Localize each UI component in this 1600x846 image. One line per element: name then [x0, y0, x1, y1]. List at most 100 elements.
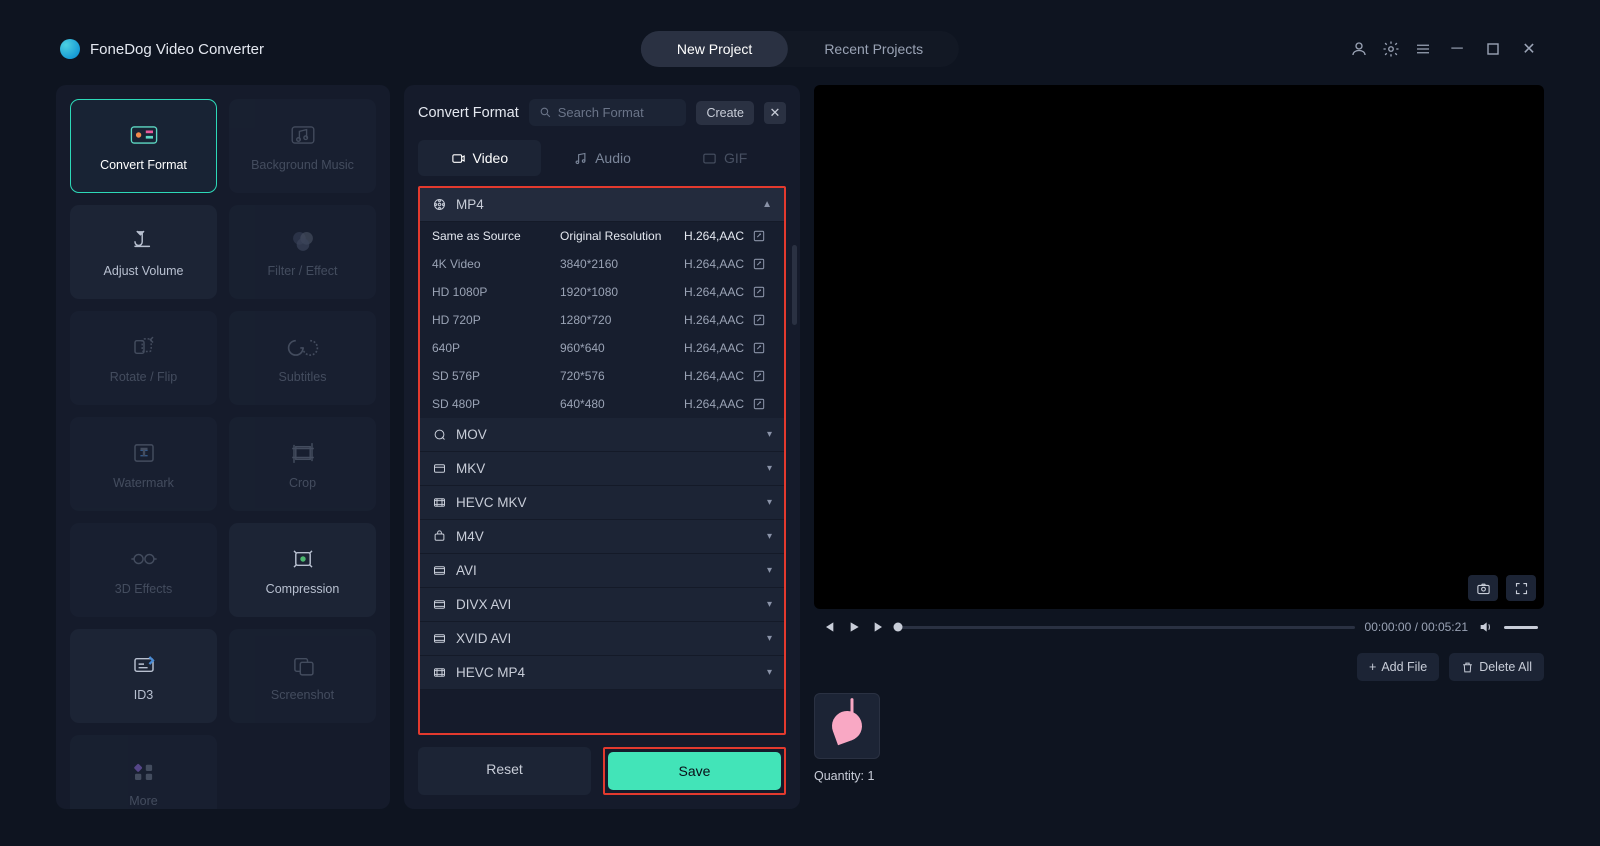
tool-crop[interactable]: Crop: [229, 417, 376, 511]
convert-icon: [126, 120, 162, 150]
preview-pane: 00:00:00 / 00:05:21 +Add File Delete All…: [814, 85, 1544, 809]
music-note-icon: [828, 707, 866, 745]
add-file-button[interactable]: +Add File: [1357, 653, 1439, 681]
account-icon[interactable]: [1350, 40, 1368, 58]
tool-id3[interactable]: ID3: [70, 629, 217, 723]
chevron-down-icon: ▾: [767, 633, 772, 644]
menu-icon[interactable]: [1414, 40, 1432, 58]
preset-row[interactable]: 4K Video3840*2160H.264,AAC: [420, 250, 784, 278]
tool-filter[interactable]: Filter / Effect: [229, 205, 376, 299]
format-category-hevc-mkv[interactable]: HEVC MKV▾: [420, 486, 784, 520]
create-button[interactable]: Create: [696, 101, 754, 125]
progress-bar[interactable]: [898, 626, 1355, 629]
subtitles-icon: [285, 332, 321, 362]
edit-icon[interactable]: [752, 313, 766, 327]
save-button[interactable]: Save: [608, 752, 781, 790]
reset-button[interactable]: Reset: [418, 747, 591, 795]
video-preview: [814, 85, 1544, 609]
prev-button[interactable]: [820, 619, 836, 635]
plus-icon: +: [1369, 660, 1376, 674]
preset-row[interactable]: SD 576P720*576H.264,AAC: [420, 362, 784, 390]
compress-icon: [285, 544, 321, 574]
search-format-input[interactable]: Search Format: [529, 99, 687, 126]
tool-convert[interactable]: Convert Format: [70, 99, 217, 193]
tool-3d[interactable]: 3D Effects: [70, 523, 217, 617]
chevron-down-icon: ▾: [767, 497, 772, 508]
edit-icon[interactable]: [752, 397, 766, 411]
format-icon: [432, 597, 447, 612]
app-logo-icon: [60, 39, 80, 59]
tool-rotate[interactable]: Rotate / Flip: [70, 311, 217, 405]
format-category-hevc-mp4[interactable]: HEVC MP4▾: [420, 656, 784, 690]
close-panel-button[interactable]: ✕: [764, 102, 786, 124]
titlebar: FoneDog Video Converter New Project Rece…: [42, 23, 1558, 75]
format-category-divx-avi[interactable]: DIVX AVI▾: [420, 588, 784, 622]
tool-compress[interactable]: Compression: [229, 523, 376, 617]
tool-more[interactable]: More: [70, 735, 217, 809]
format-category-mp4[interactable]: MP4 ▲: [420, 188, 784, 222]
preset-row[interactable]: HD 1080P1920*1080H.264,AAC: [420, 278, 784, 306]
tab-new-project[interactable]: New Project: [641, 31, 788, 67]
edit-icon[interactable]: [752, 341, 766, 355]
format-category-xvid-avi[interactable]: XVID AVI▾: [420, 622, 784, 656]
format-icon: [432, 529, 447, 544]
volume-icon[interactable]: [1478, 619, 1494, 635]
quantity-label: Quantity: 1: [814, 769, 880, 783]
tool-music[interactable]: Background Music: [229, 99, 376, 193]
panel-title: Convert Format: [418, 105, 519, 121]
format-tab-video[interactable]: Video: [418, 140, 541, 176]
tool-screenshot[interactable]: Screenshot: [229, 629, 376, 723]
settings-icon[interactable]: [1382, 40, 1400, 58]
fullscreen-button[interactable]: [1506, 575, 1536, 601]
edit-icon[interactable]: [752, 369, 766, 383]
tool-volume[interactable]: Adjust Volume: [70, 205, 217, 299]
next-button[interactable]: [872, 619, 888, 635]
close-button[interactable]: ✕: [1518, 38, 1540, 60]
music-icon: [285, 120, 321, 150]
format-icon: [432, 631, 447, 646]
chevron-down-icon: ▾: [767, 667, 772, 678]
volume-icon: [126, 226, 162, 256]
edit-icon[interactable]: [752, 229, 766, 243]
format-category-mkv[interactable]: MKV▾: [420, 452, 784, 486]
search-icon: [539, 106, 552, 119]
minimize-button[interactable]: ─: [1446, 38, 1468, 60]
format-category-mov[interactable]: MOV▾: [420, 418, 784, 452]
format-icon: [432, 427, 447, 442]
film-icon: [432, 197, 447, 212]
format-tab-gif[interactable]: GIF: [663, 140, 786, 176]
project-tabs: New Project Recent Projects: [641, 31, 959, 67]
delete-all-button[interactable]: Delete All: [1449, 653, 1544, 681]
preset-row[interactable]: HD 720P1280*720H.264,AAC: [420, 306, 784, 334]
id3-icon: [126, 650, 162, 680]
preset-row[interactable]: 640P960*640H.264,AAC: [420, 334, 784, 362]
tool-subtitles[interactable]: Subtitles: [229, 311, 376, 405]
play-button[interactable]: [846, 619, 862, 635]
chevron-down-icon: ▾: [767, 463, 772, 474]
preset-row[interactable]: Same as SourceOriginal ResolutionH.264,A…: [420, 222, 784, 250]
tab-recent-projects[interactable]: Recent Projects: [788, 31, 959, 67]
chevron-down-icon: ▾: [767, 565, 772, 576]
preset-row[interactable]: SD 480P640*480H.264,AAC: [420, 390, 784, 418]
audio-icon: [573, 151, 588, 166]
time-display: 00:00:00 / 00:05:21: [1365, 620, 1468, 634]
format-icon: [432, 665, 447, 680]
3d-icon: [126, 544, 162, 574]
edit-icon[interactable]: [752, 285, 766, 299]
video-icon: [451, 151, 466, 166]
queue-item[interactable]: Quantity: 1: [814, 693, 880, 783]
more-icon: [126, 756, 162, 786]
gif-icon: [702, 151, 717, 166]
queue-thumbnail: [814, 693, 880, 759]
maximize-button[interactable]: [1482, 38, 1504, 60]
tool-watermark[interactable]: TWatermark: [70, 417, 217, 511]
format-category-m4v[interactable]: M4V▾: [420, 520, 784, 554]
format-list: MP4 ▲ Same as SourceOriginal ResolutionH…: [418, 186, 786, 735]
snapshot-button[interactable]: [1468, 575, 1498, 601]
format-tab-audio[interactable]: Audio: [541, 140, 664, 176]
edit-icon[interactable]: [752, 257, 766, 271]
format-icon: [432, 461, 447, 476]
rotate-icon: [126, 332, 162, 362]
volume-slider[interactable]: [1504, 626, 1538, 629]
format-category-avi[interactable]: AVI▾: [420, 554, 784, 588]
